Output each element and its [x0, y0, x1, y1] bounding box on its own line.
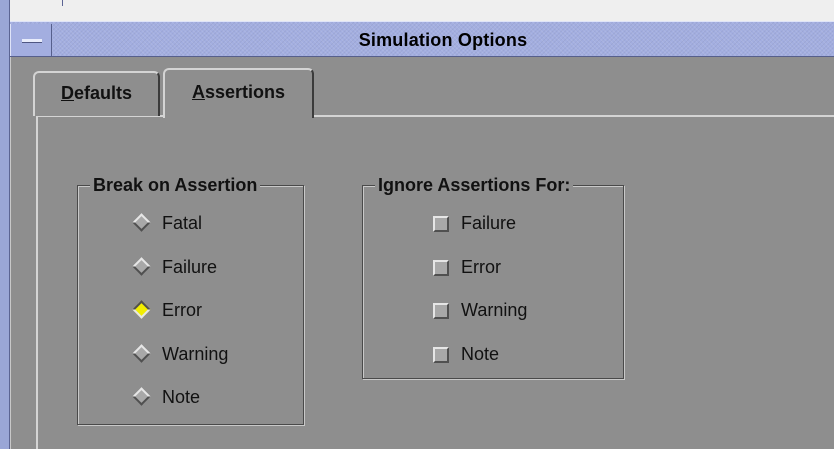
radio-diamond-icon: [132, 344, 151, 363]
checkbox-icon: [433, 260, 449, 276]
radio-diamond-selected-icon: [132, 300, 151, 319]
checkbox-failure-label: Failure: [461, 213, 517, 233]
radio-note-label: Note: [162, 387, 201, 407]
tab-assertions[interactable]: Assertions: [163, 68, 314, 118]
radio-failure-label: Failure: [162, 257, 218, 277]
window-title: Simulation Options: [358, 30, 528, 50]
checkbox-warning-label: Warning: [461, 300, 528, 320]
break-on-assertion-title: Break on Assertion: [90, 175, 261, 195]
tab-assertions-label: ssertions: [204, 82, 286, 102]
minimize-bar-icon: [22, 39, 42, 43]
tab-assertions-mnemonic: A: [191, 82, 205, 102]
ignore-assertions-group: Ignore Assertions For: Failure Error War…: [362, 175, 624, 379]
radio-diamond-icon: [132, 257, 151, 276]
ignore-assertions-title: Ignore Assertions For:: [375, 175, 574, 195]
radio-diamond-icon: [132, 213, 151, 232]
break-on-assertion-group: Break on Assertion Fatal Failure Error W…: [77, 175, 304, 425]
radio-diamond-icon: [132, 387, 151, 406]
window-menu-button[interactable]: [10, 24, 52, 56]
radio-error-label: Error: [162, 300, 202, 320]
desktop-top-strip: [0, 0, 834, 6]
checkbox-icon: [433, 303, 449, 319]
tab-defaults-mnemonic: D: [60, 83, 74, 103]
frame-divider: [62, 0, 63, 6]
checkbox-error-label: Error: [461, 257, 501, 277]
tab-defaults-label: efaults: [73, 83, 133, 103]
checkbox-icon: [433, 347, 449, 363]
window-frame-left: [0, 0, 10, 449]
checkbox-note-label: Note: [461, 344, 500, 364]
radio-warning-label: Warning: [162, 344, 229, 364]
checkbox-icon: [433, 216, 449, 232]
tab-defaults[interactable]: Defaults: [33, 71, 160, 116]
radio-fatal-label: Fatal: [162, 213, 203, 233]
